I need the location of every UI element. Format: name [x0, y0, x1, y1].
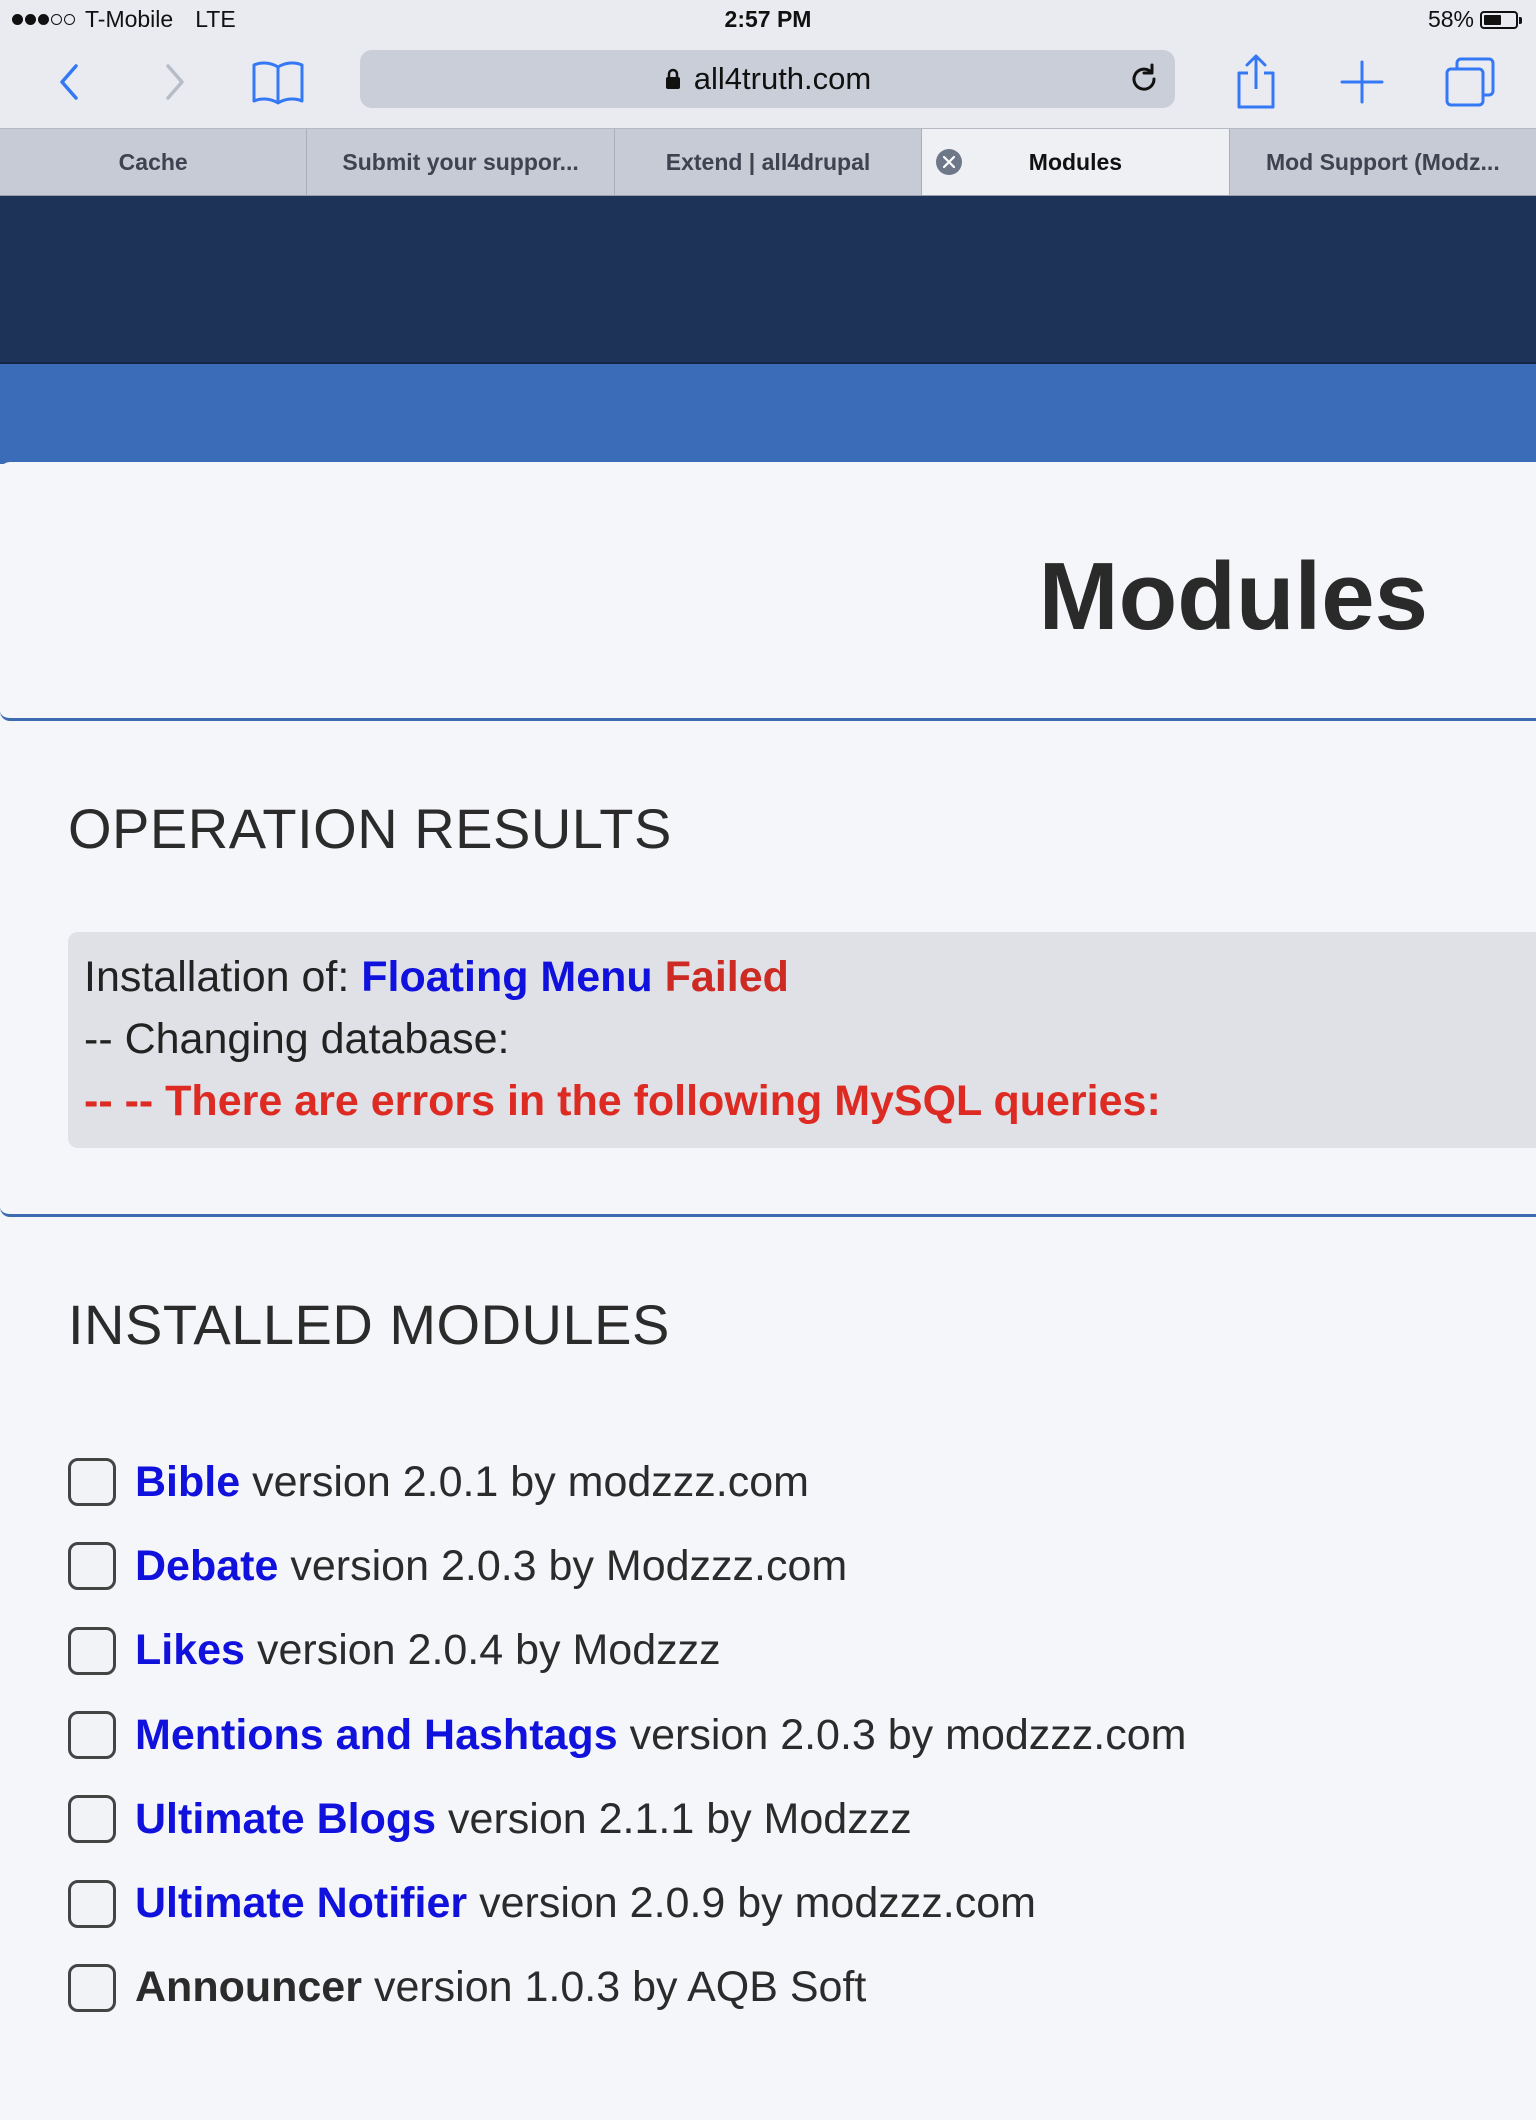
battery-icon — [1480, 10, 1522, 29]
battery-percent: 58% — [1427, 6, 1474, 32]
module-item: Announcer version 1.0.3 by AQB Soft — [68, 1946, 1186, 2030]
module-version-text: version 2.0.3 by Modzzz.com — [290, 1541, 848, 1590]
status-bar: T-Mobile LTE 2:57 PM 58% — [0, 0, 1536, 40]
tab-extend[interactable]: Extend | all4drupal — [615, 129, 923, 195]
share-icon[interactable] — [1226, 52, 1286, 112]
module-name-link[interactable]: Mentions and Hashtags — [135, 1711, 618, 1760]
installed-modules-heading: INSTALLED MODULES — [68, 1293, 670, 1356]
module-checkbox[interactable] — [68, 1879, 116, 1928]
module-name-link[interactable]: Likes — [135, 1626, 245, 1675]
module-checkbox[interactable] — [68, 1795, 116, 1844]
tab-strip: Cache Submit your suppor... Extend | all… — [0, 128, 1536, 197]
forward-icon[interactable] — [144, 52, 204, 112]
tab-modules[interactable]: Modules — [922, 129, 1230, 195]
module-item: Likes version 2.0.4 by Modzzz — [68, 1609, 1186, 1693]
module-name-link[interactable]: Bible — [135, 1458, 240, 1507]
module-name-link[interactable]: Ultimate Blogs — [135, 1795, 436, 1844]
tab-mod-support[interactable]: Mod Support (Modz... — [1230, 129, 1536, 195]
status-right: 58% — [1427, 6, 1522, 33]
tab-cache[interactable]: Cache — [0, 129, 308, 195]
operation-results-heading: OPERATION RESULTS — [68, 797, 672, 860]
installation-prefix: Installation of: — [84, 953, 350, 1001]
status-time: 2:57 PM — [724, 6, 812, 32]
module-version-text: version 2.1.1 by Modzzz — [448, 1794, 912, 1843]
address-bar[interactable]: all4truth.com — [360, 50, 1175, 108]
module-checkbox[interactable] — [68, 1711, 116, 1760]
tab-label: Extend | all4drupal — [665, 148, 871, 175]
module-name-link[interactable]: Debate — [135, 1542, 278, 1591]
module-name: Announcer — [135, 1963, 362, 2012]
page-title-card: Modules — [0, 462, 1536, 721]
module-checkbox[interactable] — [68, 1458, 116, 1507]
installation-line: Installation of: Floating Menu Failed — [84, 946, 1536, 1008]
site-header — [0, 196, 1536, 364]
module-item: Bible version 2.0.1 by modzzz.com — [68, 1440, 1186, 1524]
browser-toolbar: all4truth.com — [0, 40, 1536, 128]
module-version-text: version 1.0.3 by AQB Soft — [373, 1963, 867, 2012]
tabs-icon[interactable] — [1440, 52, 1500, 112]
module-version-text: version 2.0.4 by Modzzz — [256, 1626, 721, 1675]
back-icon[interactable] — [40, 52, 100, 112]
site-nav-bar — [0, 364, 1536, 464]
reload-icon[interactable] — [1127, 62, 1161, 96]
module-version-text: version 2.0.9 by modzzz.com — [479, 1879, 1036, 1928]
tab-label: Mod Support (Modz... — [1265, 148, 1500, 175]
operation-results-card: OPERATION RESULTS Installation of: Float… — [0, 724, 1536, 1217]
tab-label: Submit your suppor... — [342, 148, 579, 175]
module-item: Mentions and Hashtags version 2.0.3 by m… — [68, 1693, 1186, 1777]
module-checkbox[interactable] — [68, 1626, 116, 1675]
url-text: all4truth.com — [693, 61, 872, 96]
module-name-link[interactable]: Ultimate Notifier — [135, 1879, 467, 1928]
failed-module-name: Floating Menu — [361, 953, 653, 1001]
install-status: Failed — [664, 953, 789, 1001]
module-list: Bible version 2.0.1 by modzzz.com Debate… — [68, 1440, 1186, 2030]
operation-result-box: Installation of: Floating Menu Failed --… — [68, 932, 1536, 1148]
lock-icon — [665, 68, 680, 89]
installed-modules-card: INSTALLED MODULES Bible version 2.0.1 by… — [0, 1220, 1536, 2120]
module-version-text: version 2.0.3 by modzzz.com — [629, 1710, 1187, 1759]
mysql-error-line: -- -- There are errors in the following … — [84, 1077, 1161, 1125]
tab-submit-support[interactable]: Submit your suppor... — [307, 129, 615, 195]
close-tab-icon[interactable] — [936, 149, 963, 175]
page-title: Modules — [1038, 543, 1428, 650]
tab-label: Modules — [1028, 148, 1123, 175]
bookmarks-icon[interactable] — [248, 52, 308, 112]
changing-database-line: -- Changing database: — [84, 1015, 510, 1063]
module-item: Ultimate Blogs version 2.1.1 by Modzzz — [68, 1777, 1186, 1861]
tab-label: Cache — [118, 148, 188, 175]
new-tab-icon[interactable] — [1332, 52, 1392, 112]
module-item: Debate version 2.0.3 by Modzzz.com — [68, 1524, 1186, 1608]
module-checkbox[interactable] — [68, 1963, 116, 2012]
module-version-text: version 2.0.1 by modzzz.com — [252, 1457, 809, 1506]
module-item: Ultimate Notifier version 2.0.9 by modzz… — [68, 1861, 1186, 1945]
module-checkbox[interactable] — [68, 1542, 116, 1591]
